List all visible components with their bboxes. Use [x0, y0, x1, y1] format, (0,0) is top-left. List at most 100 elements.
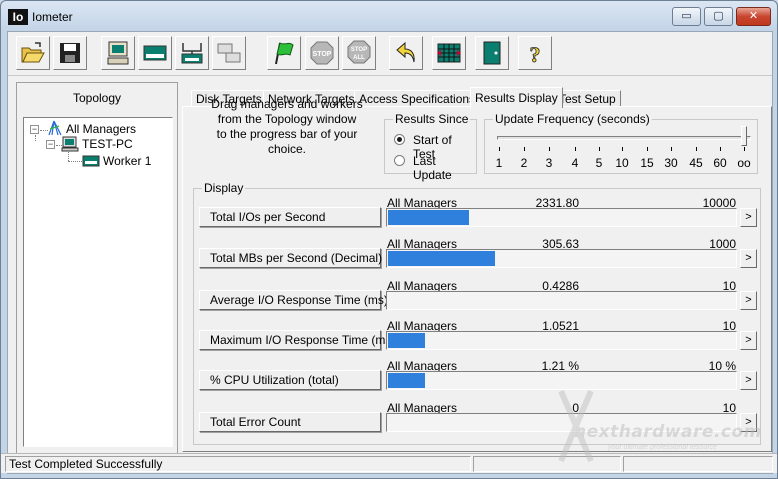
iometer-window: Io Iometer ▭ ▢ ✕ STOP STOP ALL ? Topolog… [0, 0, 778, 479]
grid-exit-icon [437, 43, 461, 63]
save-config-button[interactable] [53, 36, 87, 70]
status-pane-3 [623, 456, 773, 472]
result-progress-bar[interactable] [386, 371, 737, 390]
toolbar: STOP STOP ALL ? [8, 32, 772, 76]
result-progress-fill [388, 251, 495, 266]
result-progress-bar[interactable] [386, 208, 737, 227]
about-button[interactable]: ? [518, 36, 552, 70]
tree-line [68, 152, 69, 161]
radio-last-update-label: Last Update [413, 154, 452, 182]
status-text: Test Completed Successfully [5, 456, 471, 472]
frequency-tick [524, 147, 525, 151]
result-select-button[interactable]: Total MBs per Second (Decimal) [199, 248, 382, 268]
result-progress-fill [388, 333, 425, 348]
frequency-tick [622, 147, 623, 151]
expand-test-pc[interactable]: − [46, 140, 55, 149]
frequency-tick [499, 147, 500, 151]
network-worker-icon [181, 43, 203, 64]
update-frequency-track[interactable] [497, 136, 751, 140]
iometer-app-icon: Io [8, 9, 28, 25]
minimize-button[interactable]: ▭ [672, 7, 701, 26]
svg-text:STOP: STOP [313, 51, 332, 58]
result-expand-button[interactable]: > [740, 208, 757, 227]
result-select-button[interactable]: Total Error Count [199, 412, 381, 432]
result-select-button[interactable]: Maximum I/O Response Time (ms) [199, 330, 395, 350]
folder-open-icon [21, 42, 45, 63]
result-progress-fill [388, 210, 469, 225]
results-since-group: Results Since Start of Test Last Update [384, 112, 477, 182]
frequency-tick [575, 147, 576, 151]
result-progress-bar[interactable] [386, 291, 737, 310]
drag-instructions: Drag managers and workers from the Topol… [201, 97, 373, 157]
result-progress-bar[interactable] [386, 249, 737, 268]
radio-last-update[interactable] [394, 155, 405, 166]
topology-panel: Topology − All Managers − TEST-PC Worker… [16, 82, 178, 454]
result-progress-fill [388, 373, 425, 388]
instruction-line: to the progress bar of your choice. [216, 127, 358, 156]
reset-workers-button[interactable] [389, 36, 423, 70]
tree-line [35, 135, 36, 141]
new-network-worker-button[interactable] [175, 36, 209, 70]
door-icon [483, 41, 501, 65]
stop-sign-icon: STOP [310, 41, 334, 65]
tree-line [68, 161, 82, 162]
display-title: Display [202, 181, 246, 195]
duplicate-worker-button[interactable] [212, 36, 246, 70]
duplicate-icon [217, 43, 241, 63]
open-config-button[interactable] [16, 36, 50, 70]
disk-worker-icon [143, 45, 167, 61]
close-button[interactable]: ✕ [736, 7, 771, 26]
frequency-tick [549, 147, 550, 151]
floppy-disk-icon [60, 43, 80, 63]
new-manager-button[interactable] [101, 36, 135, 70]
topology-tree[interactable]: − All Managers − TEST-PC Worker 1 [23, 117, 173, 447]
result-expand-button[interactable]: > [740, 249, 757, 268]
svg-text:STOP: STOP [351, 47, 367, 53]
new-disk-worker-button[interactable] [138, 36, 172, 70]
frequency-tick [671, 147, 672, 151]
result-progress-bar[interactable] [386, 331, 737, 350]
result-progress-bar[interactable] [386, 413, 737, 432]
maximize-button[interactable]: ▢ [704, 7, 733, 26]
update-frequency-title: Update Frequency (seconds) [493, 112, 652, 126]
frequency-tick [696, 147, 697, 151]
exit-button[interactable] [475, 36, 509, 70]
all-managers-icon [48, 120, 62, 136]
window-title: Iometer [32, 10, 73, 24]
exit-workers-button[interactable] [432, 36, 466, 70]
start-tests-button[interactable] [267, 36, 301, 70]
frequency-tick [720, 147, 721, 151]
frequency-tick-label: oo [737, 156, 751, 170]
update-frequency-thumb[interactable] [741, 126, 747, 146]
instruction-line: from the Topology window [217, 112, 357, 126]
stop-all-button[interactable]: STOP ALL [342, 36, 376, 70]
result-expand-button[interactable]: > [740, 371, 757, 390]
result-expand-button[interactable]: > [740, 413, 757, 432]
radio-start-of-test[interactable] [394, 134, 405, 145]
disk-worker-icon [82, 155, 100, 167]
results-since-title: Results Since [393, 112, 471, 126]
update-frequency-group: Update Frequency (seconds) 1 2 3 4 5 10 15 30 45… [484, 112, 758, 174]
frequency-tick [647, 147, 648, 151]
result-expand-button[interactable]: > [740, 331, 757, 350]
instruction-line: Drag managers and workers [211, 97, 363, 111]
result-select-button[interactable]: % CPU Utilization (total) [199, 370, 381, 390]
stop-test-button[interactable]: STOP [305, 36, 339, 70]
svg-text:ALL: ALL [353, 55, 365, 61]
green-flag-icon [275, 42, 294, 65]
expand-all-managers[interactable]: − [30, 125, 39, 134]
computer-icon [61, 136, 79, 152]
tab-results-display[interactable]: Results Display [470, 87, 563, 108]
frequency-tick [744, 147, 745, 151]
result-expand-button[interactable]: > [740, 291, 757, 310]
stop-all-icon: STOP ALL [347, 40, 371, 64]
result-select-button[interactable]: Average I/O Response Time (ms) [199, 290, 388, 310]
status-pane-2 [473, 456, 621, 472]
result-select-button[interactable]: Total I/Os per Second [199, 207, 381, 227]
svg-text:?: ? [530, 42, 541, 66]
question-icon: ? [529, 42, 541, 66]
reset-arrow-icon [396, 41, 415, 63]
title-bar[interactable]: Io Iometer ▭ ▢ ✕ [1, 1, 777, 31]
status-bar: Test Completed Successfully [1, 453, 777, 473]
computer-icon [107, 41, 129, 65]
